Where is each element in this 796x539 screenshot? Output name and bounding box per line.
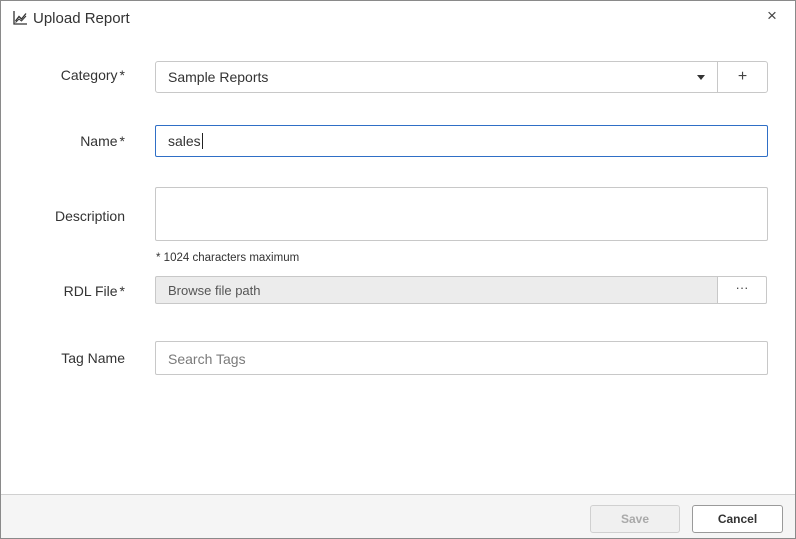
rdl-file-path-input[interactable]: Browse file path bbox=[155, 276, 718, 304]
upload-report-dialog: Upload Report × Category * Sample Reports… bbox=[0, 0, 796, 539]
dialog-title: Upload Report bbox=[33, 10, 130, 27]
name-label: Name * bbox=[1, 133, 125, 149]
required-mark: * bbox=[119, 133, 125, 149]
description-textarea[interactable] bbox=[155, 187, 768, 241]
name-value-text: sales bbox=[168, 133, 201, 149]
category-selected-value: Sample Reports bbox=[168, 69, 269, 85]
cancel-button[interactable]: Cancel bbox=[692, 505, 783, 533]
rdl-file-label: RDL File * bbox=[1, 283, 125, 299]
required-mark: * bbox=[119, 67, 125, 83]
category-label-text: Category bbox=[60, 67, 118, 83]
dialog-footer: Save Cancel bbox=[1, 494, 795, 538]
rdl-file-placeholder: Browse file path bbox=[168, 283, 261, 298]
name-input[interactable]: sales bbox=[155, 125, 768, 157]
search-tags-placeholder: Search Tags bbox=[168, 351, 246, 367]
name-label-text: Name bbox=[80, 133, 118, 149]
browse-file-button[interactable]: ··· bbox=[717, 276, 767, 304]
text-cursor bbox=[201, 133, 203, 149]
line-chart-icon bbox=[13, 10, 28, 25]
caret-down-icon bbox=[697, 75, 705, 80]
close-button[interactable]: × bbox=[761, 6, 783, 28]
rdl-file-label-text: RDL File bbox=[63, 283, 118, 299]
description-hint: * 1024 characters maximum bbox=[156, 252, 300, 264]
required-mark: * bbox=[119, 283, 125, 299]
save-button[interactable]: Save bbox=[590, 505, 680, 533]
search-tags-input[interactable]: Search Tags bbox=[155, 341, 768, 375]
category-dropdown[interactable]: Sample Reports bbox=[155, 61, 718, 93]
dialog-title-bar: Upload Report × bbox=[1, 1, 795, 37]
add-category-button[interactable]: + bbox=[717, 61, 768, 93]
description-label: Description bbox=[54, 208, 125, 224]
tag-name-label: Tag Name bbox=[61, 350, 125, 366]
category-label: Category * bbox=[1, 67, 125, 83]
name-input-value: sales bbox=[168, 133, 203, 149]
